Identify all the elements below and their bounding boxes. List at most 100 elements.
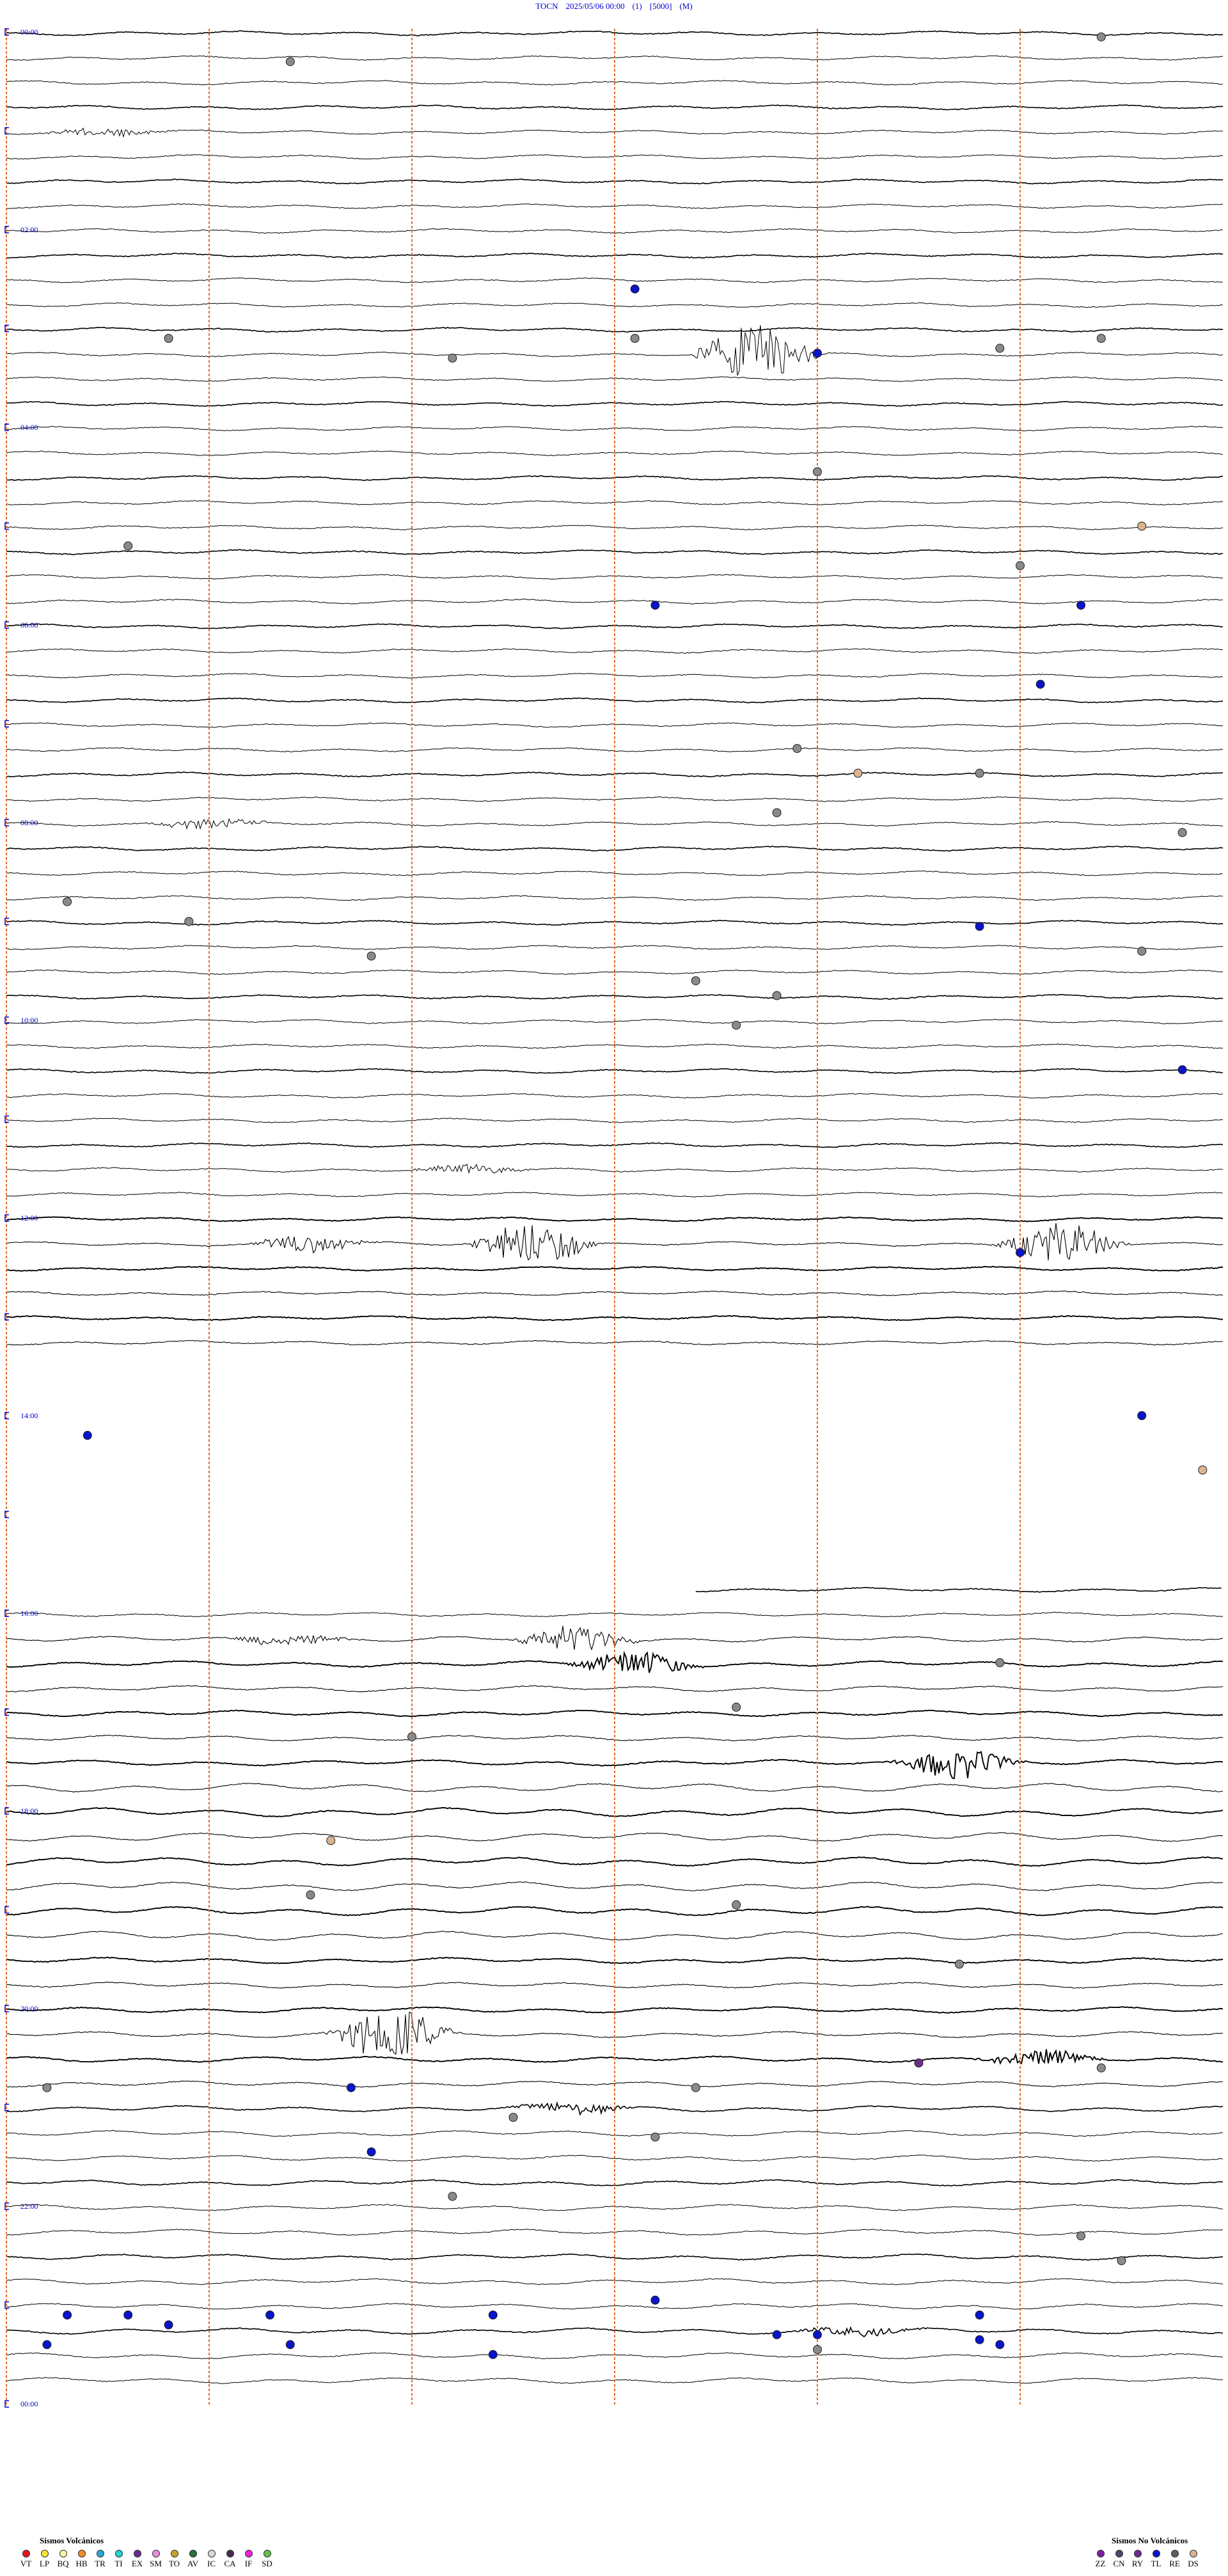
legend-volcanic-item-vt: VT [18,2550,34,2569]
hour-label: 00:00 [20,28,38,36]
event-marker-tl [164,2320,173,2330]
event-marker-ic [954,1959,964,1969]
event-marker-tl [1035,679,1045,689]
legend-volcanic-item-bq: BQ [55,2550,71,2569]
legend-dot-icon [22,2550,30,2557]
legend-dot-icon [170,2550,178,2557]
legend-dot-icon [133,2550,141,2557]
legend-dot-icon [114,2550,123,2557]
event-marker-tl [42,2340,52,2350]
event-marker-ic [813,2345,822,2354]
legend-volcanic-item-sd: SD [259,2550,275,2569]
event-marker-ds [853,768,863,778]
event-marker-tl [772,2330,782,2339]
event-marker-ic [1096,334,1106,343]
event-marker-ic [650,2132,660,2142]
legend-code: TL [1151,2559,1161,2568]
legend-dot-icon [263,2550,271,2557]
event-marker-tl [995,2340,1005,2350]
legend-nonvolcanic-title: Sismos No Volcánicos [1112,2536,1188,2545]
legend-dot-icon [59,2550,67,2557]
event-marker-tl [1016,1248,1025,1258]
legend-dot-icon [77,2550,86,2557]
event-marker-tl [1137,1411,1147,1420]
legend-volcanic-item-ti: TI [111,2550,127,2569]
legend-volcanic-item-if: IF [240,2550,256,2569]
legend-volcanic-title: Sismos Volcánicos [40,2536,104,2545]
hour-label: 18:00 [20,1806,38,1815]
legend-volcanic-items: VT LP BQ HB TR TI EX SM TO AV IC CA IF SD [18,2550,275,2569]
legend-nonvolcanic: Sismos No Volcánicos ZZ CN RY TL RE DS [1092,2536,1201,2569]
event-marker-ic [448,2192,457,2201]
hour-label: 22:00 [20,2202,38,2211]
hour-label: 04:00 [20,423,38,432]
trace-line [6,325,1224,376]
hour-label: 06:00 [20,620,38,629]
event-marker-ic [772,991,782,1000]
event-marker-tl [63,2311,72,2319]
event-marker-tl [813,349,822,358]
legend-volcanic-item-ex: EX [129,2550,145,2569]
event-marker-tl [975,2335,984,2344]
legend-dot-icon [40,2550,49,2557]
event-marker-ic [995,344,1005,353]
event-marker-ic [1117,2256,1126,2265]
event-marker-ic [975,768,984,778]
legend-dot-icon [1170,2550,1179,2557]
hour-label: 16:00 [20,1609,38,1618]
event-marker-ic [184,917,194,926]
event-marker-ic [691,976,700,986]
event-marker-ic [1177,828,1187,837]
helicorder-plot: 00:00 02:00 04:00 06:00 08:00 10:00 12:00 14:00… [4,28,1224,2408]
legend-nonvolcanic-item-cn: CN [1111,2550,1127,2569]
event-marker-tl [265,2311,275,2319]
hour-label: 00:00 [20,2399,38,2408]
event-marker-ic [123,541,133,551]
legend-code: SM [150,2559,162,2568]
legend-dot-icon [152,2550,160,2557]
event-marker-ic [1137,946,1147,956]
hour-label: 20:00 [20,2004,38,2013]
legend-nonvolcanic-item-ry: RY [1130,2550,1145,2569]
legend-code: CN [1113,2559,1125,2568]
legend-code: AV [187,2559,199,2568]
event-marker-tl [488,2311,498,2319]
trace-line [6,2049,1224,2065]
legend-code: VT [20,2559,32,2568]
event-marker-ic [508,2113,518,2122]
event-marker-tl [650,2295,660,2305]
event-marker-ds [326,1836,336,1845]
event-marker-ic [995,1658,1005,1668]
legend-code: TI [114,2559,123,2568]
event-marker-ic [732,1702,741,1712]
legend-code: SD [262,2559,272,2568]
event-marker-tl [975,2311,984,2319]
legend-code: HB [75,2559,88,2568]
legend-code: ZZ [1095,2559,1106,2568]
event-marker-ic [63,897,72,906]
hour-label: 02:00 [20,225,38,234]
trace-line [6,1751,1224,1780]
hour-label: 10:00 [20,1016,38,1025]
legend-volcanic-item-ic: IC [203,2550,219,2569]
legend-volcanic: Sismos Volcánicos VT LP BQ HB TR TI EX SM TO AV IC… [18,2536,275,2569]
legend-dot-icon [207,2550,216,2557]
event-marker-ic [1096,32,1106,42]
legend-dot-icon [189,2550,197,2557]
event-marker-ic [407,1732,416,1742]
legend-dot-icon [226,2550,234,2557]
legend-dot-icon [1189,2550,1197,2557]
event-marker-tl [83,1430,92,1440]
legend-code: DS [1188,2559,1199,2568]
event-marker-ic [792,744,802,754]
event-marker-ic [732,1900,741,1909]
legend-dot-icon [1096,2550,1105,2557]
legend-code: EX [131,2559,143,2568]
event-marker-ds [1198,1466,1208,1474]
event-marker-ic [630,334,640,343]
legend-code: RY [1131,2559,1144,2568]
legend-dot-icon [1133,2550,1142,2557]
event-marker-tl [366,2147,376,2156]
legend-volcanic-item-hb: HB [74,2550,90,2569]
legend-nonvolcanic-item-ds: DS [1185,2550,1201,2569]
